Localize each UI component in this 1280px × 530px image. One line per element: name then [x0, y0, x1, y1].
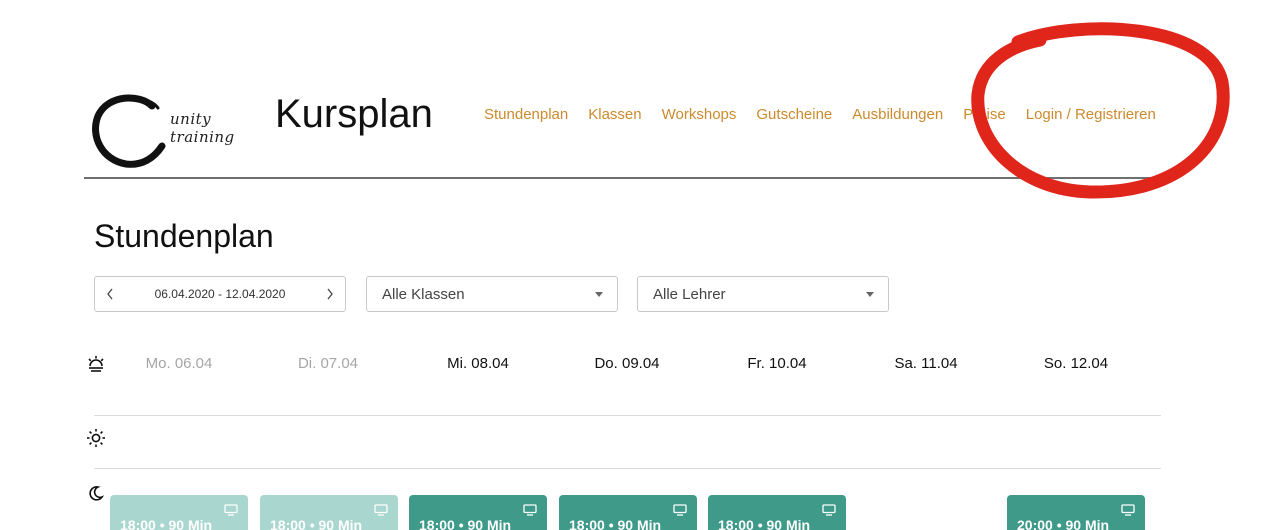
logo-brush-circle-icon — [92, 94, 166, 168]
monitor-icon — [374, 504, 388, 516]
section-title: Stundenplan — [94, 218, 274, 254]
day-header-mo: Mo. 06.04 — [145, 355, 213, 372]
class-card[interactable]: 18:00 • 90 Min — [260, 495, 398, 530]
day-header-mi: Mi. 08.04 — [447, 355, 509, 372]
logo-wordmark: unity training — [170, 110, 235, 146]
morning-row-divider — [94, 415, 1161, 416]
day-header-do: Do. 09.04 — [594, 355, 660, 372]
class-card[interactable]: 18:00 • 90 Min — [409, 495, 547, 530]
nav-klassen[interactable]: Klassen — [588, 106, 641, 123]
nav-gutscheine[interactable]: Gutscheine — [756, 106, 832, 123]
class-card-time: 20:00 • 90 Min — [1017, 517, 1110, 530]
class-filter-value: Alle Klassen — [382, 285, 465, 303]
moon-icon — [89, 486, 105, 501]
sun-icon — [87, 429, 105, 447]
day-header-so: So. 12.04 — [1043, 355, 1109, 372]
next-week-button[interactable] — [323, 287, 337, 301]
nav-login-registrieren[interactable]: Login / Registrieren — [1026, 106, 1156, 123]
nav-ausbildungen[interactable]: Ausbildungen — [852, 106, 943, 123]
day-header-sa: Sa. 11.04 — [894, 355, 958, 372]
nav-stundenplan[interactable]: Stundenplan — [484, 106, 568, 123]
previous-week-button[interactable] — [103, 287, 117, 301]
date-range-text[interactable]: 06.04.2020 - 12.04.2020 — [155, 287, 286, 301]
class-filter-select[interactable]: Alle Klassen — [366, 276, 618, 312]
unity-training-logo[interactable]: unity training — [92, 92, 252, 170]
chevron-left-icon — [107, 288, 113, 300]
monitor-icon — [224, 504, 238, 516]
class-card[interactable]: 18:00 • 90 Min — [708, 495, 846, 530]
nav-workshops[interactable]: Workshops — [662, 106, 737, 123]
header-divider — [84, 177, 1171, 179]
main-nav: Stundenplan Klassen Workshops Gutscheine… — [484, 106, 1156, 123]
class-card-time: 18:00 • 90 Min — [569, 517, 662, 530]
class-card[interactable]: 18:00 • 90 Min — [110, 495, 248, 530]
class-card[interactable]: 18:00 • 90 Min — [559, 495, 697, 530]
afternoon-row-divider — [94, 468, 1161, 469]
teacher-filter-select[interactable]: Alle Lehrer — [637, 276, 889, 312]
monitor-icon — [523, 504, 537, 516]
chevron-right-icon — [327, 288, 333, 300]
day-header-row: Mo. 06.04 Di. 07.04 Mi. 08.04 Do. 09.04 … — [0, 355, 1280, 375]
monitor-icon — [673, 504, 687, 516]
teacher-filter-value: Alle Lehrer — [653, 285, 726, 303]
class-card-time: 18:00 • 90 Min — [270, 517, 363, 530]
monitor-icon — [1121, 504, 1135, 516]
class-card-time: 18:00 • 90 Min — [718, 517, 811, 530]
nav-preise[interactable]: Preise — [963, 106, 1006, 123]
chevron-down-icon — [595, 291, 603, 297]
day-header-fr: Fr. 10.04 — [747, 355, 807, 372]
monitor-icon — [822, 504, 836, 516]
class-card-time: 18:00 • 90 Min — [120, 517, 213, 530]
date-range-picker: 06.04.2020 - 12.04.2020 — [94, 276, 346, 312]
chevron-down-icon — [866, 291, 874, 297]
class-card[interactable]: 20:00 • 90 Min — [1007, 495, 1145, 530]
page-title: Kursplan — [275, 92, 433, 136]
class-card-time: 18:00 • 90 Min — [419, 517, 512, 530]
day-header-di: Di. 07.04 — [297, 355, 359, 372]
